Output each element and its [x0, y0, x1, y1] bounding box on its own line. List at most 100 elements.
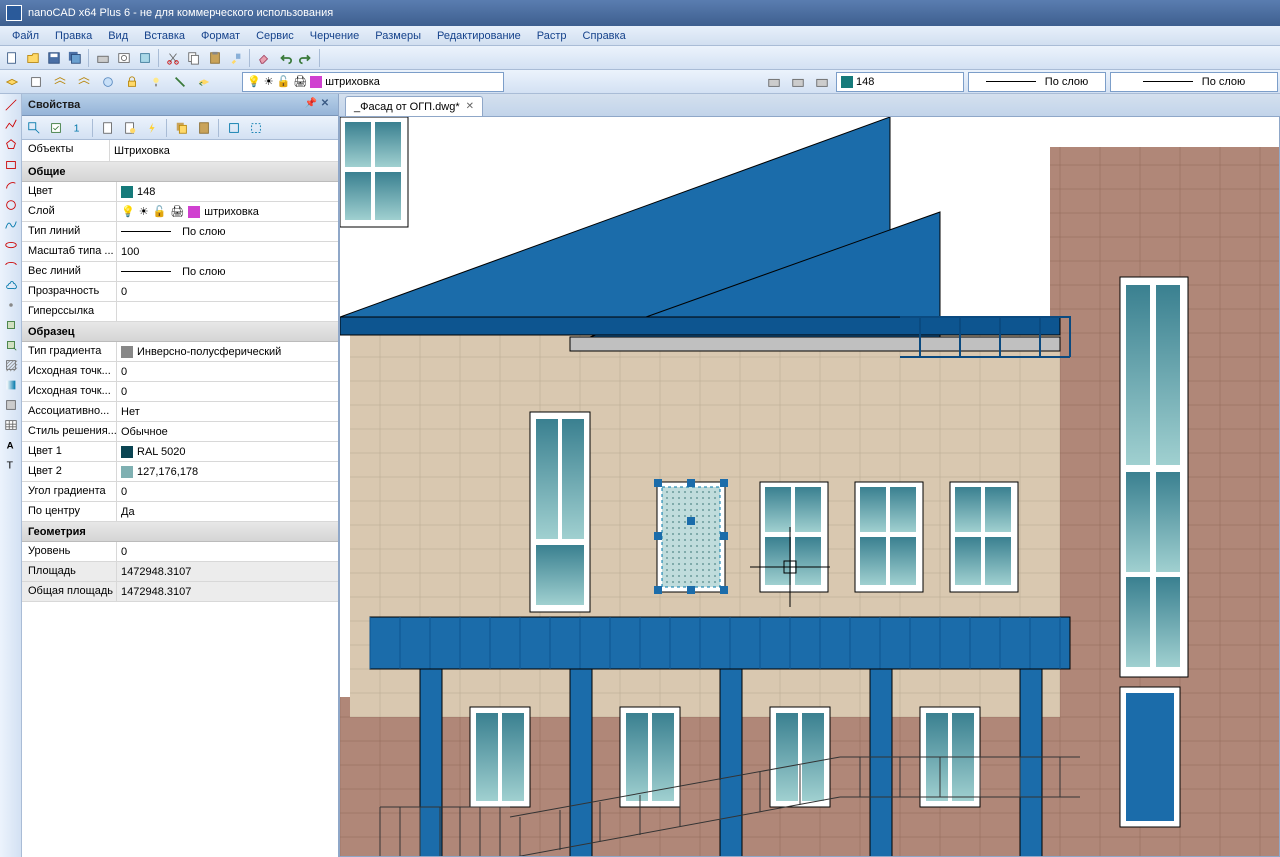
- model-viewport[interactable]: [339, 116, 1280, 857]
- property-row[interactable]: Гиперссылка: [22, 302, 338, 322]
- property-value[interactable]: 0: [117, 362, 338, 381]
- selectobj2-icon[interactable]: [120, 118, 140, 138]
- property-value[interactable]: Да: [117, 502, 338, 521]
- menu-insert[interactable]: Вставка: [136, 28, 193, 44]
- property-row[interactable]: Тип градиентаИнверсно-полусферический: [22, 342, 338, 362]
- undo-icon[interactable]: [275, 48, 295, 68]
- layer-combo[interactable]: 💡 ☀ 🔓 🖨 штриховка: [242, 72, 504, 92]
- property-value[interactable]: 1472948.3107: [117, 562, 338, 581]
- line-icon[interactable]: [2, 96, 20, 114]
- property-value[interactable]: Нет: [117, 402, 338, 421]
- menu-dim[interactable]: Размеры: [367, 28, 429, 44]
- region-icon[interactable]: [2, 396, 20, 414]
- property-row[interactable]: Ассоциативно...Нет: [22, 402, 338, 422]
- property-value[interactable]: 1472948.3107: [117, 582, 338, 601]
- publish-icon[interactable]: [135, 48, 155, 68]
- plot-style3-icon[interactable]: [812, 72, 832, 92]
- object-type-row[interactable]: ОбъектыШтриховка: [22, 140, 338, 162]
- layer-off-icon[interactable]: [146, 72, 166, 92]
- lweight-combo[interactable]: По слою: [968, 72, 1106, 92]
- hatch-icon[interactable]: [2, 356, 20, 374]
- menu-raster[interactable]: Растр: [529, 28, 575, 44]
- menu-view[interactable]: Вид: [100, 28, 136, 44]
- new-icon[interactable]: [2, 48, 22, 68]
- tab-close-icon[interactable]: ✕: [466, 101, 474, 112]
- property-row[interactable]: Исходная точк...0: [22, 382, 338, 402]
- open-icon[interactable]: [23, 48, 43, 68]
- matchprop-icon[interactable]: [226, 48, 246, 68]
- property-value[interactable]: По слою: [117, 222, 338, 241]
- property-row[interactable]: Прозрачность0: [22, 282, 338, 302]
- property-value[interactable]: 100: [117, 242, 338, 261]
- property-row[interactable]: Цвет 2127,176,178: [22, 462, 338, 482]
- expand-icon[interactable]: [224, 118, 244, 138]
- property-value[interactable]: 127,176,178: [117, 462, 338, 481]
- preview-icon[interactable]: [114, 48, 134, 68]
- property-value[interactable]: Инверсно-полусферический: [117, 342, 338, 361]
- pickadd-icon[interactable]: 1: [68, 118, 88, 138]
- earc-icon[interactable]: [2, 256, 20, 274]
- property-row[interactable]: Общая площадь1472948.3107: [22, 582, 338, 602]
- rect-icon[interactable]: [2, 156, 20, 174]
- table-icon[interactable]: [2, 416, 20, 434]
- pline-icon[interactable]: [2, 116, 20, 134]
- revcloud-icon[interactable]: [2, 276, 20, 294]
- paste-icon[interactable]: [205, 48, 225, 68]
- circle-icon[interactable]: [2, 196, 20, 214]
- copy2-icon[interactable]: [172, 118, 192, 138]
- save-icon[interactable]: [44, 48, 64, 68]
- selectobj-icon[interactable]: [98, 118, 118, 138]
- property-row[interactable]: Уровень0: [22, 542, 338, 562]
- property-value[interactable]: 0: [117, 542, 338, 561]
- text-icon[interactable]: T: [2, 456, 20, 474]
- polygon-icon[interactable]: [2, 136, 20, 154]
- menu-format[interactable]: Формат: [193, 28, 248, 44]
- layer-freeze-icon[interactable]: [98, 72, 118, 92]
- property-row[interactable]: По центруДа: [22, 502, 338, 522]
- redo-icon[interactable]: [296, 48, 316, 68]
- layer-iso-icon[interactable]: [50, 72, 70, 92]
- menu-draw[interactable]: Черчение: [302, 28, 368, 44]
- gradient-icon[interactable]: [2, 376, 20, 394]
- menu-file[interactable]: Файл: [4, 28, 47, 44]
- flash-icon[interactable]: [142, 118, 162, 138]
- point-icon[interactable]: [2, 296, 20, 314]
- layer-state-icon[interactable]: [26, 72, 46, 92]
- property-value[interactable]: 148: [117, 182, 338, 201]
- erase-icon[interactable]: [254, 48, 274, 68]
- property-value[interactable]: [117, 302, 338, 321]
- layer-walk-icon[interactable]: [74, 72, 94, 92]
- pin-icon[interactable]: 📌: [304, 98, 318, 112]
- property-row[interactable]: Вес линий По слою: [22, 262, 338, 282]
- property-value[interactable]: По слою: [117, 262, 338, 281]
- plot-style-icon[interactable]: [764, 72, 784, 92]
- property-category[interactable]: Геометрия: [22, 522, 338, 542]
- property-row[interactable]: Цвет 1RAL 5020: [22, 442, 338, 462]
- property-value[interactable]: 0: [117, 482, 338, 501]
- layer-prev-icon[interactable]: [194, 72, 214, 92]
- property-row[interactable]: Цвет148: [22, 182, 338, 202]
- property-value[interactable]: 0: [117, 282, 338, 301]
- insert-icon[interactable]: [2, 336, 20, 354]
- ltype-combo[interactable]: По слою: [1110, 72, 1278, 92]
- paste2-icon[interactable]: [194, 118, 214, 138]
- layer-lock-icon[interactable]: [122, 72, 142, 92]
- property-row[interactable]: Площадь1472948.3107: [22, 562, 338, 582]
- property-row[interactable]: Угол градиента0: [22, 482, 338, 502]
- spline-icon[interactable]: [2, 216, 20, 234]
- property-row[interactable]: Масштаб типа ...100: [22, 242, 338, 262]
- close-icon[interactable]: ✕: [318, 98, 332, 112]
- menu-help[interactable]: Справка: [575, 28, 634, 44]
- property-value[interactable]: Обычное: [117, 422, 338, 441]
- mtext-icon[interactable]: A: [2, 436, 20, 454]
- property-category[interactable]: Образец: [22, 322, 338, 342]
- property-value[interactable]: 0: [117, 382, 338, 401]
- property-value[interactable]: RAL 5020: [117, 442, 338, 461]
- property-row[interactable]: Тип линий По слою: [22, 222, 338, 242]
- collapse-icon[interactable]: [246, 118, 266, 138]
- property-category[interactable]: Общие: [22, 162, 338, 182]
- quickselect-icon[interactable]: [24, 118, 44, 138]
- layer-make-icon[interactable]: [170, 72, 190, 92]
- property-value[interactable]: 💡☀🔓🖨штриховка: [117, 202, 338, 221]
- saveall-icon[interactable]: [65, 48, 85, 68]
